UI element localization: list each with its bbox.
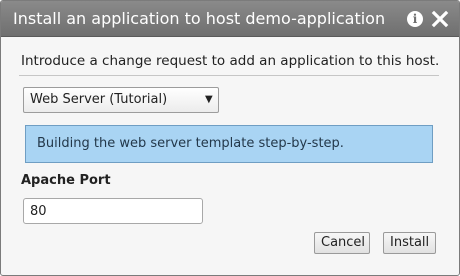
install-application-dialog: Install an application to host demo-appl… bbox=[0, 0, 460, 276]
cancel-button[interactable]: Cancel bbox=[314, 232, 370, 254]
info-banner-text: Building the web server template step-by… bbox=[37, 136, 344, 151]
info-icon[interactable]: i bbox=[407, 11, 423, 27]
chevron-down-icon: ▼ bbox=[205, 94, 213, 105]
intro-text: Introduce a change request to add an app… bbox=[21, 53, 440, 69]
apache-port-label: Apache Port bbox=[21, 173, 111, 188]
info-banner: Building the web server template step-by… bbox=[25, 125, 433, 163]
dialog-title: Install an application to host demo-appl… bbox=[13, 9, 386, 28]
close-icon[interactable] bbox=[431, 10, 449, 28]
divider bbox=[19, 75, 439, 76]
dialog-titlebar[interactable]: Install an application to host demo-appl… bbox=[1, 1, 459, 37]
install-button[interactable]: Install bbox=[383, 232, 436, 254]
application-select[interactable]: Web Server (Tutorial) ▼ bbox=[23, 87, 219, 113]
apache-port-input[interactable] bbox=[23, 198, 203, 224]
application-select-value: Web Server (Tutorial) bbox=[30, 92, 168, 107]
